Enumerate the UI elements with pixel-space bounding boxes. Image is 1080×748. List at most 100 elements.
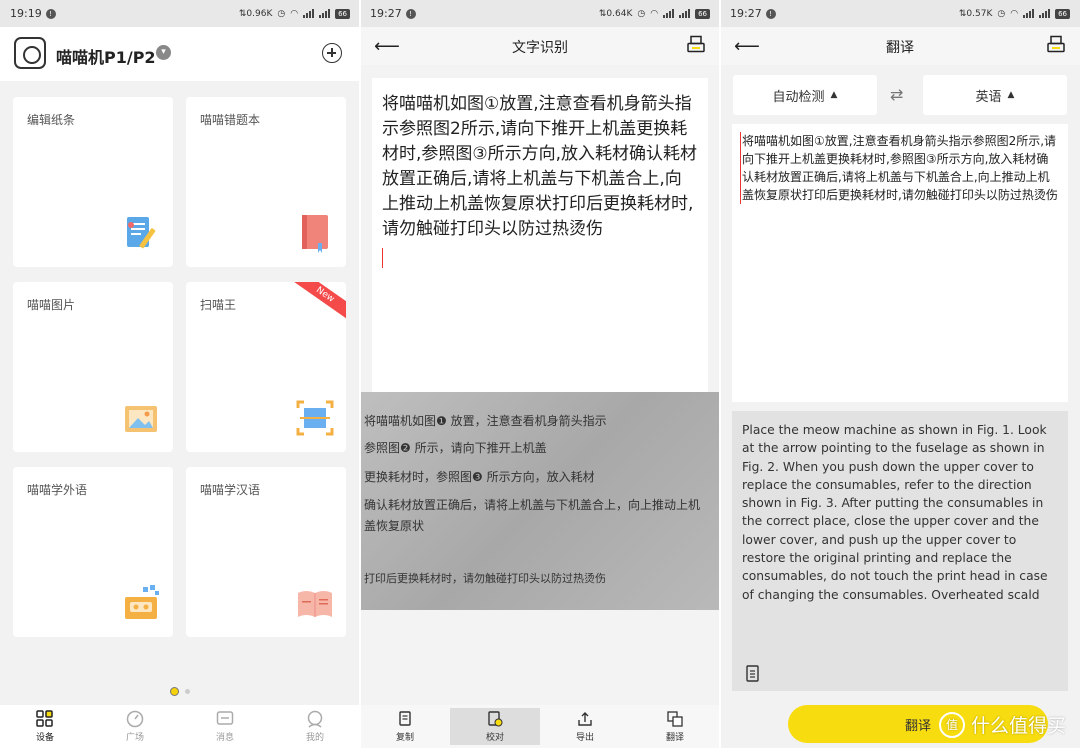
source-language-select[interactable]: 自动检测 ▲ — [733, 75, 877, 115]
export-icon — [578, 711, 592, 726]
printer-icon[interactable] — [686, 35, 706, 55]
bottom-nav: 设备 广场 消息 我的 — [0, 705, 360, 748]
wifi-icon: ◠ — [1010, 8, 1019, 19]
battery-icon: 66 — [1055, 8, 1070, 19]
photo-text-line: 盖恢复原状 — [364, 519, 425, 533]
proofread-icon — [488, 710, 503, 726]
alarm-icon: ◷ — [637, 8, 646, 19]
translate-icon — [667, 710, 683, 727]
clock: 19:27 — [370, 7, 402, 20]
card-label: 喵喵图片 — [27, 298, 76, 312]
source-language-label: 自动检测 — [772, 89, 825, 105]
page-dot-active — [170, 687, 179, 696]
caret-up-icon: ▲ — [1007, 90, 1015, 100]
card-scanner[interactable]: New 扫喵王 — [186, 282, 346, 452]
photo-text-line: 打印后更换耗材时，请勿触碰打印头以防过热烫伤 — [364, 572, 606, 585]
network-speed: ⇅0.96K — [238, 8, 273, 19]
target-language-select[interactable]: 英语 ▲ — [923, 75, 1067, 115]
battery-icon: 66 — [695, 8, 710, 19]
ocr-screen: 19:27! ⇅0.64K ◷ ◠ 66 ⟵ 文字识别 将喵喵机如图①放置,注意… — [360, 0, 720, 748]
nav-item-mine[interactable]: 我的 — [270, 705, 360, 748]
copy-button[interactable]: 复制 — [360, 705, 450, 748]
card-wrong-questions[interactable]: 喵喵错题本 — [186, 97, 346, 267]
chevron-down-icon[interactable]: ▾ — [156, 45, 171, 60]
add-device-icon[interactable] — [322, 43, 342, 63]
book-illustration — [302, 215, 328, 253]
translate-screen: 19:27! ⇅0.57K ◷ ◠ 66 ⟵ 翻译 自动检测 ▲ ⇄ 英语 ▲ … — [720, 0, 1080, 748]
device-grid-icon — [36, 710, 53, 727]
card-edit-note[interactable]: 编辑纸条 — [13, 97, 173, 267]
signal-icon-2 — [679, 9, 691, 18]
device-header: 喵喵机P1/P2 ▾ — [0, 27, 360, 81]
message-icon — [216, 711, 234, 725]
nav-label: 设备 — [35, 733, 54, 743]
source-text-area[interactable]: 将喵喵机如图①放置,注意查看机身箭头指示参照图2所示,请向下推开上机盖更换耗材时… — [732, 124, 1068, 402]
signal-icon — [663, 9, 675, 18]
clock: 19:19 — [10, 7, 42, 20]
profile-icon — [307, 710, 323, 728]
card-label: 编辑纸条 — [27, 113, 76, 127]
device-title[interactable]: 喵喵机P1/P2 — [56, 44, 156, 68]
home-screen: 19:19! ⇅0.96K ◷ ◠ 66 喵喵机P1/P2 ▾ 编辑纸条 喵喵错… — [0, 0, 360, 748]
swap-languages-icon[interactable]: ⇄ — [890, 85, 903, 104]
status-bar: 19:27! ⇅0.57K ◷ ◠ 66 — [720, 0, 1080, 27]
scan-illustration — [296, 400, 334, 436]
notification-icon: ! — [765, 8, 776, 19]
battery-icon: 66 — [335, 8, 350, 19]
recognized-text-area[interactable]: 将喵喵机如图①放置,注意查看机身箭头指示参照图2所示,请向下推开上机盖更换耗材时… — [372, 78, 708, 394]
photo-illustration — [125, 406, 157, 432]
proofread-button[interactable]: 校对 — [450, 708, 540, 745]
signal-icon-2 — [319, 9, 331, 18]
clock: 19:27 — [730, 7, 762, 20]
copy-icon[interactable] — [744, 665, 760, 683]
nav-item-messages[interactable]: 消息 — [180, 705, 270, 748]
card-foreign-language[interactable]: 喵喵学外语 — [13, 467, 173, 637]
page-title: 翻译 — [886, 40, 914, 56]
photo-text-line: 将喵喵机如图❶ 放置，注意查看机身箭头指示 — [364, 414, 607, 428]
translate-topbar: ⟵ 翻译 — [720, 27, 1080, 65]
panel-divider — [359, 0, 361, 748]
card-label: 扫喵王 — [200, 298, 237, 312]
target-language-label: 英语 — [975, 89, 1002, 105]
nav-label: 我的 — [305, 733, 324, 743]
source-text[interactable]: 将喵喵机如图①放置,注意查看机身箭头指示参照图2所示,请向下推开上机盖更换耗材时… — [740, 132, 1060, 204]
new-badge: New — [284, 282, 346, 327]
translate-tool-button[interactable]: 翻译 — [630, 705, 720, 748]
copy-icon — [399, 710, 411, 726]
status-bar: 19:27! ⇅0.64K ◷ ◠ 66 — [360, 0, 720, 27]
wifi-icon: ◠ — [290, 8, 299, 19]
alarm-icon: ◷ — [277, 8, 286, 19]
signal-icon — [1023, 9, 1035, 18]
watermark-logo: 值 — [938, 711, 965, 738]
nav-label: 广场 — [125, 733, 144, 743]
chinese-book-illustration — [298, 591, 332, 617]
compass-icon — [126, 710, 144, 728]
tool-label: 校对 — [485, 732, 504, 743]
ocr-toolbar: 复制 校对 导出 翻译 — [360, 705, 720, 748]
page-title: 文字识别 — [512, 40, 568, 56]
watermark-text: 什么值得买 — [970, 715, 1066, 737]
signal-icon — [303, 9, 315, 18]
nav-item-device[interactable]: 设备 — [0, 705, 90, 748]
card-pictures[interactable]: 喵喵图片 — [13, 282, 173, 452]
page-indicator — [0, 687, 360, 696]
translate-button-label: 翻译 — [904, 718, 931, 734]
printer-icon[interactable] — [1046, 35, 1066, 55]
translation-result: Place the meow machine as shown in Fig. … — [732, 411, 1068, 691]
page-dot — [185, 689, 190, 694]
panel-divider — [719, 0, 721, 748]
tool-label: 翻译 — [665, 732, 684, 743]
card-label: 喵喵学外语 — [27, 483, 88, 497]
card-label: 喵喵学汉语 — [200, 483, 261, 497]
export-button[interactable]: 导出 — [540, 705, 630, 748]
network-speed: ⇅0.64K — [598, 8, 633, 19]
nav-item-square[interactable]: 广场 — [90, 705, 180, 748]
alarm-icon: ◷ — [997, 8, 1006, 19]
card-chinese[interactable]: 喵喵学汉语 — [186, 467, 346, 637]
watermark: 值 什么值得买 — [938, 711, 1066, 738]
note-edit-illustration — [127, 217, 156, 249]
tool-label: 复制 — [395, 732, 414, 743]
ocr-topbar: ⟵ 文字识别 — [360, 27, 720, 65]
signal-icon-2 — [1039, 9, 1051, 18]
recognized-text[interactable]: 将喵喵机如图①放置,注意查看机身箭头指示参照图2所示,请向下推开上机盖更换耗材时… — [382, 92, 698, 242]
